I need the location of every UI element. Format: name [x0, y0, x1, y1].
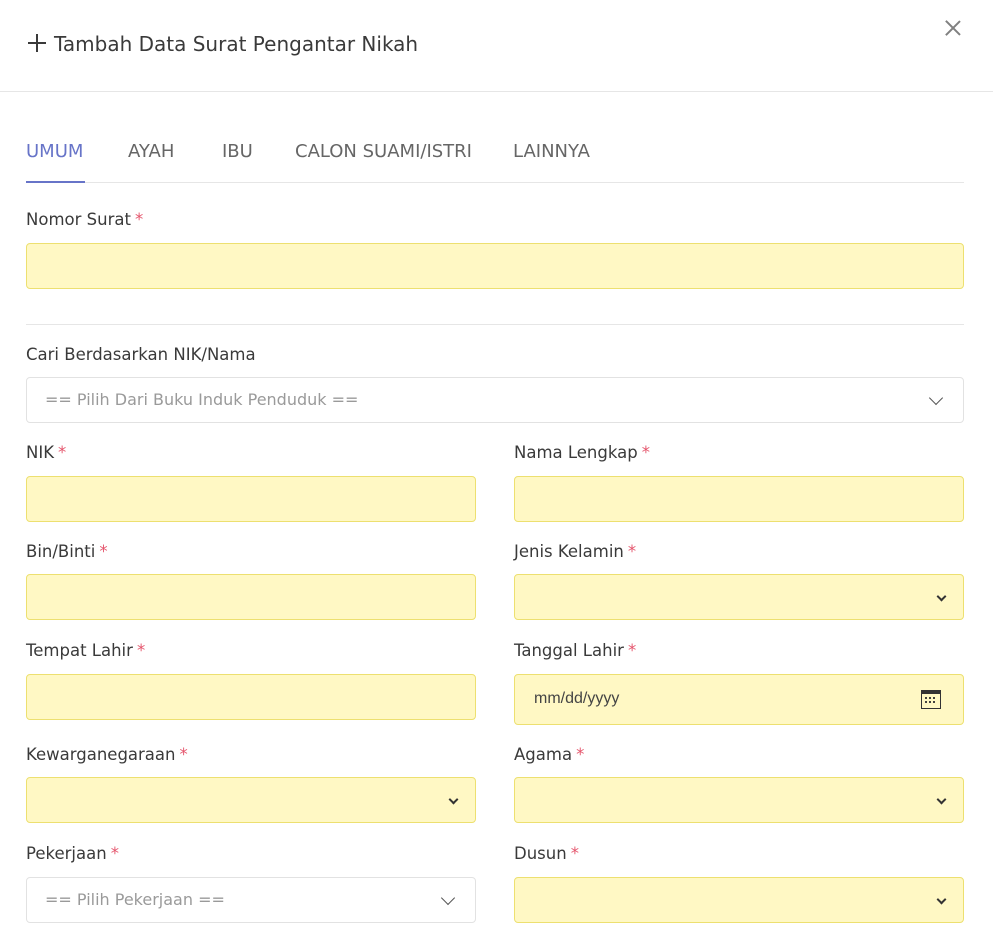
- chevron-down-icon: [936, 794, 947, 805]
- close-icon[interactable]: [944, 19, 962, 37]
- bin-binti-label: Bin/Binti *: [26, 542, 108, 561]
- tempat-lahir-input[interactable]: [26, 674, 476, 720]
- dusun-label-text: Dusun: [514, 844, 567, 863]
- agama-select[interactable]: [514, 777, 964, 823]
- tab-lainnya[interactable]: LAINNYA: [513, 141, 590, 162]
- tab-ayah[interactable]: AYAH: [128, 141, 174, 162]
- cari-placeholder: == Pilih Dari Buku Induk Penduduk ==: [45, 390, 359, 409]
- pekerjaan-placeholder: == Pilih Pekerjaan ==: [45, 890, 225, 909]
- tab-calon-suami-istri[interactable]: CALON SUAMI/ISTRI: [295, 141, 472, 162]
- required-mark: *: [134, 210, 144, 229]
- jenis-kelamin-select[interactable]: [514, 574, 964, 620]
- bin-binti-label-text: Bin/Binti: [26, 542, 96, 561]
- kewarganegaraan-label: Kewarganegaraan *: [26, 745, 188, 764]
- jenis-kelamin-label-text: Jenis Kelamin: [514, 542, 624, 561]
- cari-penduduk-select[interactable]: == Pilih Dari Buku Induk Penduduk ==: [26, 377, 964, 423]
- plus-icon: [28, 34, 46, 52]
- nik-label: NIK *: [26, 443, 66, 462]
- required-mark: *: [570, 844, 579, 863]
- agama-label-text: Agama: [514, 745, 573, 764]
- modal-title: Tambah Data Surat Pengantar Nikah: [54, 32, 419, 56]
- required-mark: *: [627, 542, 637, 561]
- pekerjaan-label: Pekerjaan *: [26, 844, 119, 863]
- nomor-surat-label: Nomor Surat *: [26, 210, 143, 229]
- chevron-down-icon: [448, 794, 459, 805]
- cari-label: Cari Berdasarkan NIK/Nama: [26, 345, 256, 364]
- agama-label: Agama *: [514, 745, 584, 764]
- nama-lengkap-input[interactable]: [514, 476, 964, 522]
- section-divider: [26, 324, 964, 325]
- nama-lengkap-label-text: Nama Lengkap: [514, 443, 638, 462]
- required-mark: *: [99, 542, 108, 561]
- tanggal-lahir-label-text: Tanggal Lahir: [514, 641, 624, 660]
- required-mark: *: [627, 641, 637, 660]
- tab-ibu[interactable]: IBU: [222, 141, 253, 162]
- tanggal-lahir-label: Tanggal Lahir *: [514, 641, 636, 660]
- calendar-icon[interactable]: [921, 690, 941, 709]
- nomor-surat-input[interactable]: [26, 243, 964, 289]
- bin-binti-input[interactable]: [26, 574, 476, 620]
- chevron-down-icon: [936, 894, 947, 905]
- required-mark: *: [58, 443, 67, 462]
- jenis-kelamin-label: Jenis Kelamin *: [514, 542, 636, 561]
- dusun-label: Dusun *: [514, 844, 579, 863]
- tab-umum[interactable]: UMUM: [26, 141, 83, 162]
- modal-header: Tambah Data Surat Pengantar Nikah: [0, 0, 993, 92]
- tempat-lahir-label: Tempat Lahir *: [26, 641, 145, 660]
- required-mark: *: [110, 844, 119, 863]
- pekerjaan-select[interactable]: == Pilih Pekerjaan ==: [26, 877, 476, 923]
- nik-label-text: NIK: [26, 443, 55, 462]
- tanggal-lahir-placeholder: mm/dd/yyyy: [534, 690, 620, 707]
- required-mark: *: [641, 443, 650, 462]
- required-mark: *: [576, 745, 585, 764]
- chevron-down-icon: [928, 390, 944, 406]
- chevron-down-icon: [936, 591, 947, 602]
- tempat-lahir-label-text: Tempat Lahir: [26, 641, 133, 660]
- pekerjaan-label-text: Pekerjaan: [26, 844, 107, 863]
- dusun-select[interactable]: [514, 877, 964, 923]
- kewarganegaraan-select[interactable]: [26, 777, 476, 823]
- tab-bar: UMUM AYAH IBU CALON SUAMI/ISTRI LAINNYA: [26, 123, 964, 183]
- nik-input[interactable]: [26, 476, 476, 522]
- nomor-surat-label-text: Nomor Surat: [26, 210, 131, 229]
- chevron-down-icon: [440, 890, 456, 906]
- nama-lengkap-label: Nama Lengkap *: [514, 443, 650, 462]
- required-mark: *: [179, 745, 188, 764]
- tanggal-lahir-input[interactable]: mm/dd/yyyy: [514, 674, 964, 725]
- active-tab-indicator: [26, 181, 85, 183]
- required-mark: *: [136, 641, 146, 660]
- kewarganegaraan-label-text: Kewarganegaraan: [26, 745, 176, 764]
